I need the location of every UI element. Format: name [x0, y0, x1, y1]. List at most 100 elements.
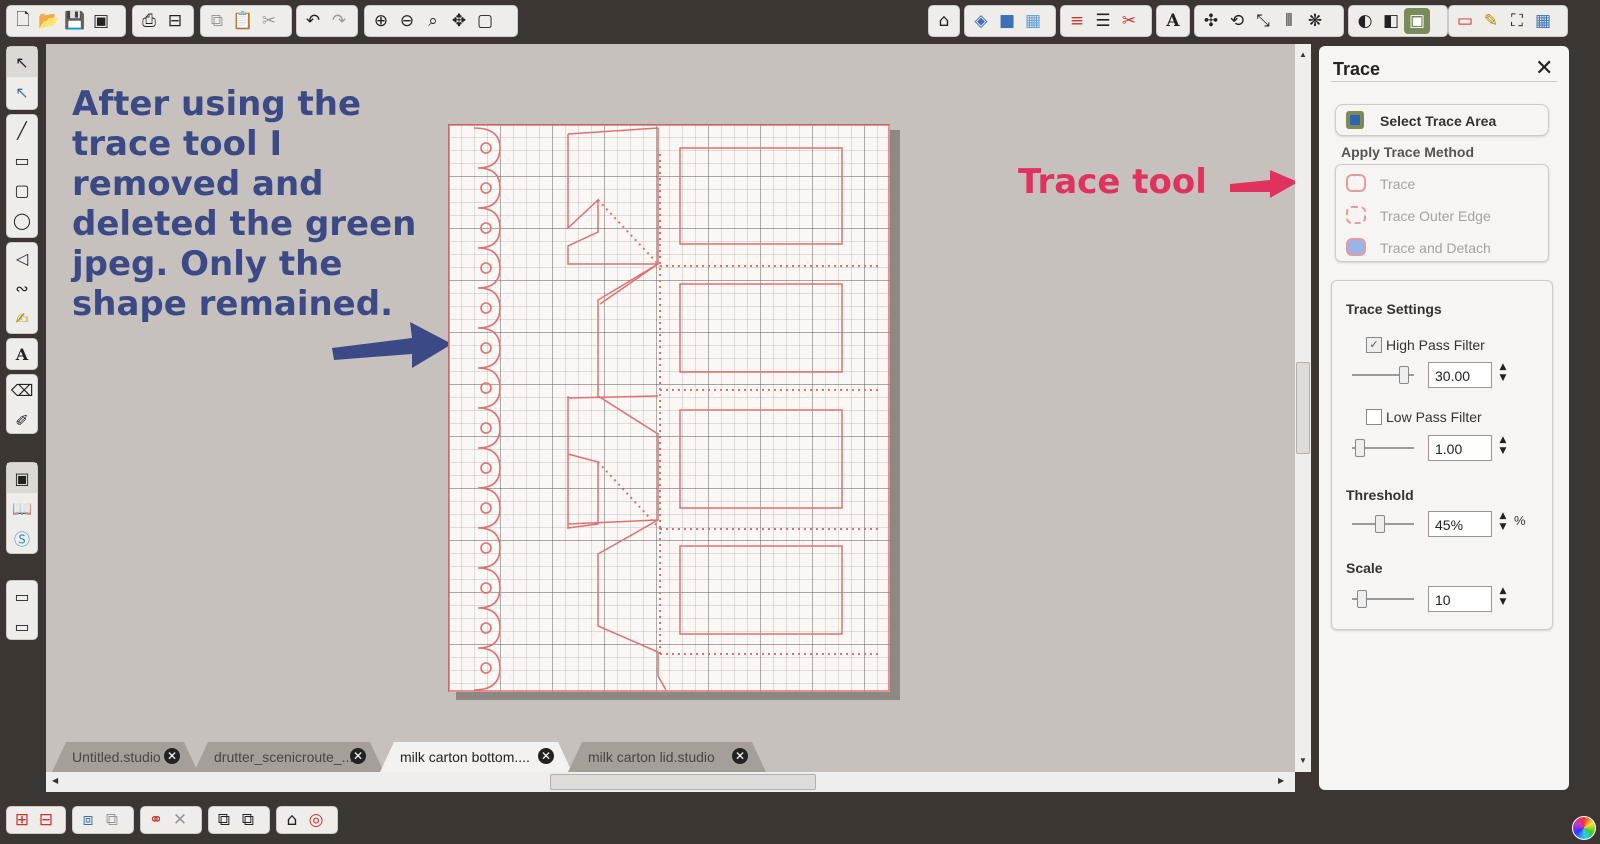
scale-slider-thumb[interactable]	[1357, 590, 1368, 608]
replicate-icon[interactable]: ❋	[1302, 8, 1328, 34]
close-icon[interactable]: ✕	[732, 748, 748, 764]
color-wheel-icon[interactable]	[1572, 816, 1596, 840]
scroll-left-icon[interactable]: ◀	[52, 776, 58, 785]
store-icon[interactable]: ⌂	[932, 8, 956, 34]
edit-points-icon[interactable]: ↖	[7, 77, 37, 107]
offset-icon[interactable]: ◧	[1378, 8, 1404, 34]
cutting-mat[interactable]	[448, 124, 890, 692]
tab-milk-carton-lid[interactable]: milk carton lid.studio ✕	[568, 742, 766, 772]
trace-and-detach-button[interactable]: Trace and Detach	[1344, 235, 1544, 263]
low-pass-spinner-icon[interactable]: ▲ ▼	[1498, 435, 1508, 461]
split-view-bottom-icon[interactable]: ▭	[7, 611, 37, 641]
design-canvas[interactable]: After using the trace tool I removed and…	[46, 44, 1295, 742]
paste-icon[interactable]: 📋	[230, 8, 256, 34]
threshold-value-input[interactable]: 45%	[1428, 511, 1492, 537]
save-library-icon[interactable]: ▣	[88, 8, 114, 34]
fit-page-icon[interactable]: ▢	[472, 8, 498, 34]
fill-color-icon[interactable]: ◈	[968, 8, 994, 34]
scroll-right-icon[interactable]: ▶	[1278, 776, 1284, 785]
bring-forward-icon[interactable]: ⧉	[212, 807, 236, 833]
send-backward-icon[interactable]: ⧉	[236, 807, 260, 833]
horizontal-scrollbar[interactable]: ◀ ▶	[46, 772, 1295, 792]
ellipse-tool-icon[interactable]: ◯	[7, 205, 37, 235]
modify-icon[interactable]: ◐	[1352, 8, 1378, 34]
eraser-tool-icon[interactable]: ⌫	[7, 375, 37, 405]
zoom-selected-icon[interactable]: ⌕	[420, 8, 446, 34]
zoom-out-icon[interactable]: ⊖	[394, 8, 420, 34]
select-tool-icon[interactable]: ↖	[7, 47, 37, 77]
scroll-up-icon[interactable]: ▲	[1299, 50, 1307, 59]
high-pass-spinner-icon[interactable]: ▲ ▼	[1498, 362, 1508, 388]
cutter-icon[interactable]: ⊟	[162, 8, 188, 34]
line-style-icon[interactable]: ☰	[1090, 8, 1116, 34]
vertical-scrollbar[interactable]: ▲ ▼	[1295, 44, 1311, 772]
page-setup-icon[interactable]: ▭	[1452, 8, 1478, 34]
redo-icon[interactable]: ↷	[326, 8, 352, 34]
delete-icon[interactable]: ✕	[168, 807, 192, 833]
save-icon[interactable]: 💾	[62, 8, 88, 34]
fullscreen-icon[interactable]: ⛶	[1504, 8, 1530, 34]
rectangle-tool-icon[interactable]: ▭	[7, 145, 37, 175]
sketch-icon[interactable]: ✎	[1478, 8, 1504, 34]
text-tool-icon[interactable]: A	[7, 339, 37, 369]
library-icon[interactable]: 📖	[7, 493, 37, 523]
low-pass-value-input[interactable]: 1.00	[1428, 435, 1492, 461]
rotate-icon[interactable]: ⟲	[1224, 8, 1250, 34]
grid-icon[interactable]: ▦	[1530, 8, 1556, 34]
align-icon[interactable]: ⫴	[1276, 8, 1302, 34]
line-tool-icon[interactable]: ╱	[7, 115, 37, 145]
high-pass-checkbox[interactable]: ✓	[1366, 337, 1382, 353]
scale-icon[interactable]: ⤡	[1250, 8, 1276, 34]
zoom-in-icon[interactable]: ⊕	[368, 8, 394, 34]
threshold-slider-thumb[interactable]	[1375, 515, 1386, 533]
split-view-top-icon[interactable]: ▭	[7, 581, 37, 611]
tab-milk-carton-bottom[interactable]: milk carton bottom.... ✕	[380, 742, 572, 772]
gradient-fill-icon[interactable]: ■	[994, 8, 1020, 34]
weld-icon[interactable]: ⚭	[144, 807, 168, 833]
scroll-down-icon[interactable]: ▼	[1299, 756, 1307, 765]
freehand-tool-icon[interactable]: ✍	[7, 303, 37, 333]
scale-value-input[interactable]: 10	[1428, 586, 1492, 612]
make-compound-icon[interactable]: ⧈	[76, 807, 100, 833]
move-icon[interactable]: ✣	[1198, 8, 1224, 34]
print-icon[interactable]: ⎙	[136, 8, 162, 34]
select-trace-area-button[interactable]: Select Trace Area	[1335, 104, 1549, 136]
low-pass-checkbox[interactable]	[1366, 409, 1382, 425]
horizontal-scroll-thumb[interactable]	[550, 774, 816, 790]
close-icon[interactable]: ✕	[538, 748, 554, 764]
trace-outer-edge-button[interactable]: Trace Outer Edge	[1344, 203, 1544, 231]
close-icon[interactable]: ✕	[1535, 56, 1553, 81]
text-style-icon[interactable]: A	[1160, 8, 1186, 34]
close-icon[interactable]: ✕	[350, 748, 366, 764]
tab-drutter[interactable]: drutter_scenicroute_... ✕	[194, 742, 384, 772]
group-icon[interactable]: ⊞	[10, 807, 34, 833]
threshold-spinner-icon[interactable]: ▲ ▼	[1498, 511, 1508, 537]
open-icon[interactable]: 📂	[36, 8, 62, 34]
trace-icon[interactable]: ▣	[1404, 8, 1430, 34]
knife-tool-icon[interactable]: ✐	[7, 405, 37, 435]
trace-button[interactable]: Trace	[1344, 171, 1544, 199]
rounded-rectangle-tool-icon[interactable]: ▢	[7, 175, 37, 205]
pan-icon[interactable]: ✥	[446, 8, 472, 34]
high-pass-value-input[interactable]: 30.00	[1428, 362, 1492, 388]
store-s-icon[interactable]: Ⓢ	[7, 523, 37, 553]
high-pass-slider-thumb[interactable]	[1398, 366, 1409, 384]
polygon-tool-icon[interactable]: ◁	[7, 243, 37, 273]
curve-tool-icon[interactable]: ∾	[7, 273, 37, 303]
pattern-fill-icon[interactable]: ▦	[1020, 8, 1046, 34]
design-page-icon[interactable]: ▣	[7, 463, 37, 493]
cut-style-icon[interactable]: ✂	[1116, 8, 1142, 34]
target-icon[interactable]: ◎	[304, 807, 328, 833]
new-icon[interactable]: 🗋	[10, 8, 36, 34]
ungroup-icon[interactable]: ⊟	[34, 807, 58, 833]
close-icon[interactable]: ✕	[164, 748, 180, 764]
line-color-icon[interactable]: ≡	[1064, 8, 1090, 34]
store-bottom-icon[interactable]: ⌂	[280, 807, 304, 833]
cut-icon[interactable]: ✂	[256, 8, 282, 34]
undo-icon[interactable]: ↶	[300, 8, 326, 34]
copy-icon[interactable]: ⧉	[204, 8, 230, 34]
low-pass-slider-thumb[interactable]	[1354, 439, 1365, 457]
release-compound-icon[interactable]: ⧉	[100, 807, 124, 833]
tab-untitled[interactable]: Untitled.studio ✕	[52, 742, 198, 772]
scale-spinner-icon[interactable]: ▲ ▼	[1498, 586, 1508, 612]
